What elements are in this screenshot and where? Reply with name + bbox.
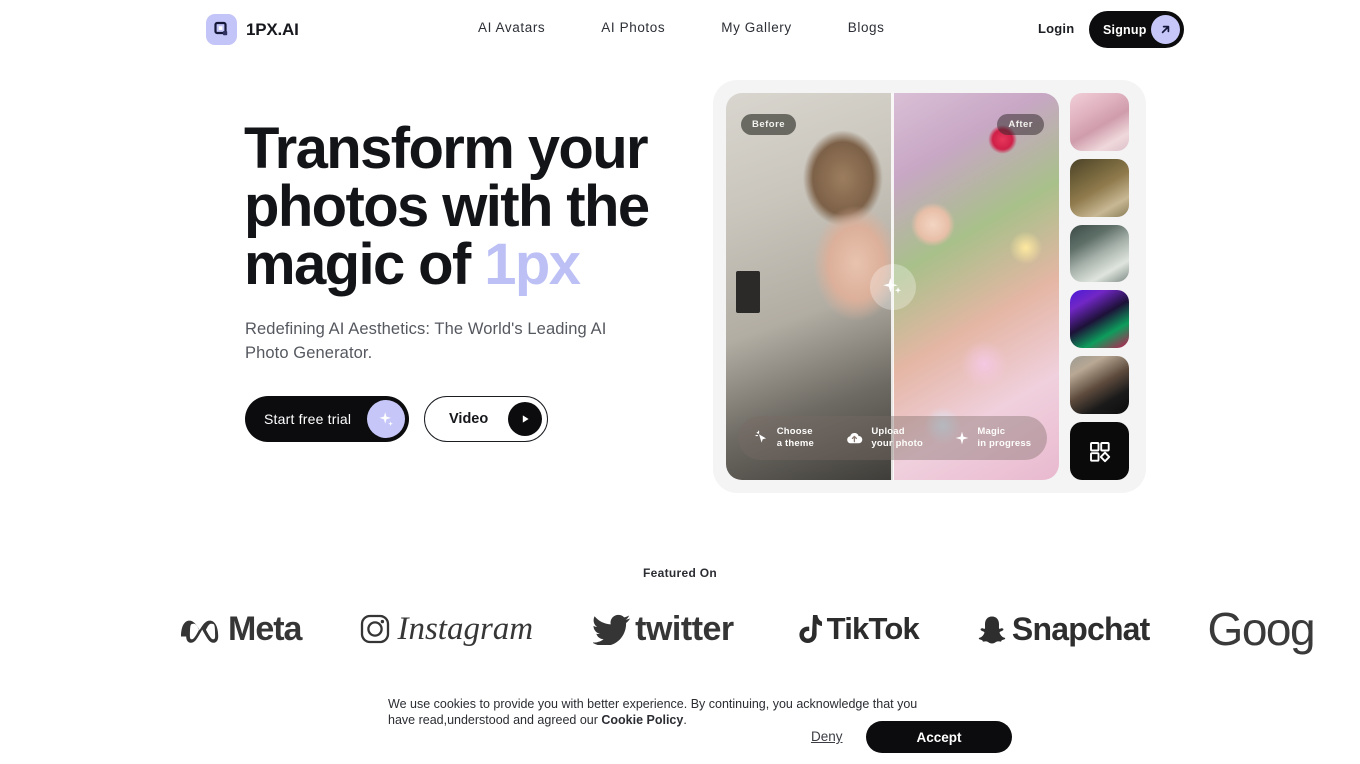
twitter-bird-icon: [593, 614, 631, 645]
featured-on-label: Featured On: [643, 566, 717, 580]
signup-button[interactable]: Signup: [1089, 11, 1184, 48]
thumbnail-5[interactable]: [1070, 356, 1129, 415]
grid-view-icon: [1090, 441, 1111, 462]
thumbnail-4[interactable]: [1070, 290, 1129, 349]
video-button[interactable]: Video: [424, 396, 548, 442]
video-label: Video: [449, 411, 489, 427]
hero-subtitle: Redefining AI Aesthetics: The World's Le…: [245, 320, 607, 362]
arrow-up-right-icon: [1151, 15, 1180, 44]
thumbnail-2[interactable]: [1070, 158, 1129, 217]
brand-logo[interactable]: 1PX.AI: [206, 14, 299, 45]
hero-title-line-2: photos with the: [244, 174, 650, 239]
thumbnail-list: [1070, 93, 1129, 480]
sparkle-icon: [955, 431, 969, 445]
step-line-2: in progress: [977, 438, 1032, 449]
step-line-1: Upload: [871, 425, 905, 437]
grid-view-button[interactable]: [1070, 422, 1129, 480]
nav-item-ai-avatars[interactable]: AI Avatars: [478, 20, 573, 35]
brand-google-label: Goog: [1207, 603, 1316, 655]
brand-instagram-label: Instagram: [397, 610, 534, 647]
deny-button[interactable]: Deny: [811, 729, 843, 744]
hero-title-accent: 1px: [484, 232, 581, 297]
instagram-icon: [361, 614, 390, 644]
brand-name: 1PX.AI: [246, 19, 299, 39]
play-icon: [508, 402, 542, 436]
cookie-text: We use cookies to provide you with bette…: [388, 696, 933, 728]
sparkle-icon: [882, 277, 901, 293]
before-after-preview[interactable]: Before After Choose a theme Upload your …: [726, 93, 1059, 480]
cookie-banner: We use cookies to provide you with bette…: [0, 684, 1360, 764]
brand-meta: Meta: [176, 609, 302, 649]
brand-twitter: twitter: [593, 610, 734, 649]
comparison-slider-handle[interactable]: [869, 263, 916, 310]
brand-meta-label: Meta: [228, 609, 302, 648]
step-magic-in-progress[interactable]: Magic in progress: [954, 426, 1031, 451]
sparkle-icon: [367, 400, 405, 438]
preview-steps-toolbar: Choose a theme Upload your photo Magic i…: [738, 416, 1047, 460]
step-line-2: your photo: [871, 438, 923, 449]
cookie-text-part-2: .: [683, 713, 687, 727]
login-button[interactable]: Login: [1038, 21, 1074, 36]
nav-item-blogs[interactable]: Blogs: [820, 20, 913, 35]
brand-snapchat: Snapchat: [977, 611, 1150, 648]
step-line-1: Magic: [977, 425, 1006, 437]
step-choose-theme-text: Choose a theme: [777, 426, 814, 451]
hero-title-line-1: Transform your: [244, 116, 649, 181]
step-line-1: Choose: [776, 425, 813, 437]
meta-icon: [181, 620, 219, 643]
site-header: 1PX.AI AI Avatars AI Photos My Gallery B…: [0, 0, 1360, 60]
brand-tiktok-label: TikTok: [826, 611, 920, 646]
signup-label: Signup: [1103, 22, 1147, 37]
accept-button[interactable]: Accept: [866, 721, 1012, 753]
brand-google: Goog: [1207, 602, 1316, 656]
main-nav: AI Avatars AI Photos My Gallery Blogs: [478, 20, 913, 35]
thumbnail-3[interactable]: [1070, 224, 1129, 283]
cookie-policy-link[interactable]: Cookie Policy: [601, 713, 683, 727]
start-free-trial-button[interactable]: Start free trial: [245, 396, 409, 442]
brand-instagram: Instagram: [359, 611, 533, 648]
tiktok-note-icon: [799, 615, 822, 643]
thumbnail-1[interactable]: [1070, 93, 1129, 151]
before-label: Before: [741, 114, 797, 135]
cloud-upload-icon: [847, 433, 863, 444]
step-magic-text: Magic in progress: [977, 426, 1031, 451]
nav-item-my-gallery[interactable]: My Gallery: [693, 20, 820, 35]
snapchat-ghost-icon: [978, 616, 1006, 644]
step-upload-photo-text: Upload your photo: [871, 426, 923, 451]
step-line-2: a theme: [776, 438, 814, 449]
page-title: Transform your photos with the magic of …: [244, 120, 674, 294]
brand-snapchat-label: Snapchat: [1011, 610, 1150, 647]
start-free-trial-label: Start free trial: [264, 411, 352, 427]
hero-preview-card: Before After Choose a theme Upload your …: [713, 80, 1146, 493]
featured-brand-logos: Meta Instagram twitter TikTok Snapchat G…: [0, 600, 1360, 658]
brand-twitter-label: twitter: [635, 609, 734, 648]
step-choose-theme[interactable]: Choose a theme: [754, 426, 814, 451]
pixel-logo-icon: [206, 14, 237, 45]
nav-item-ai-photos[interactable]: AI Photos: [573, 20, 693, 35]
step-upload-photo[interactable]: Upload your photo: [845, 426, 923, 451]
hero-title-line-3: magic of: [244, 232, 485, 297]
after-label: After: [997, 114, 1044, 135]
cursor-click-icon: [755, 430, 766, 443]
brand-tiktok: TikTok: [796, 611, 920, 647]
